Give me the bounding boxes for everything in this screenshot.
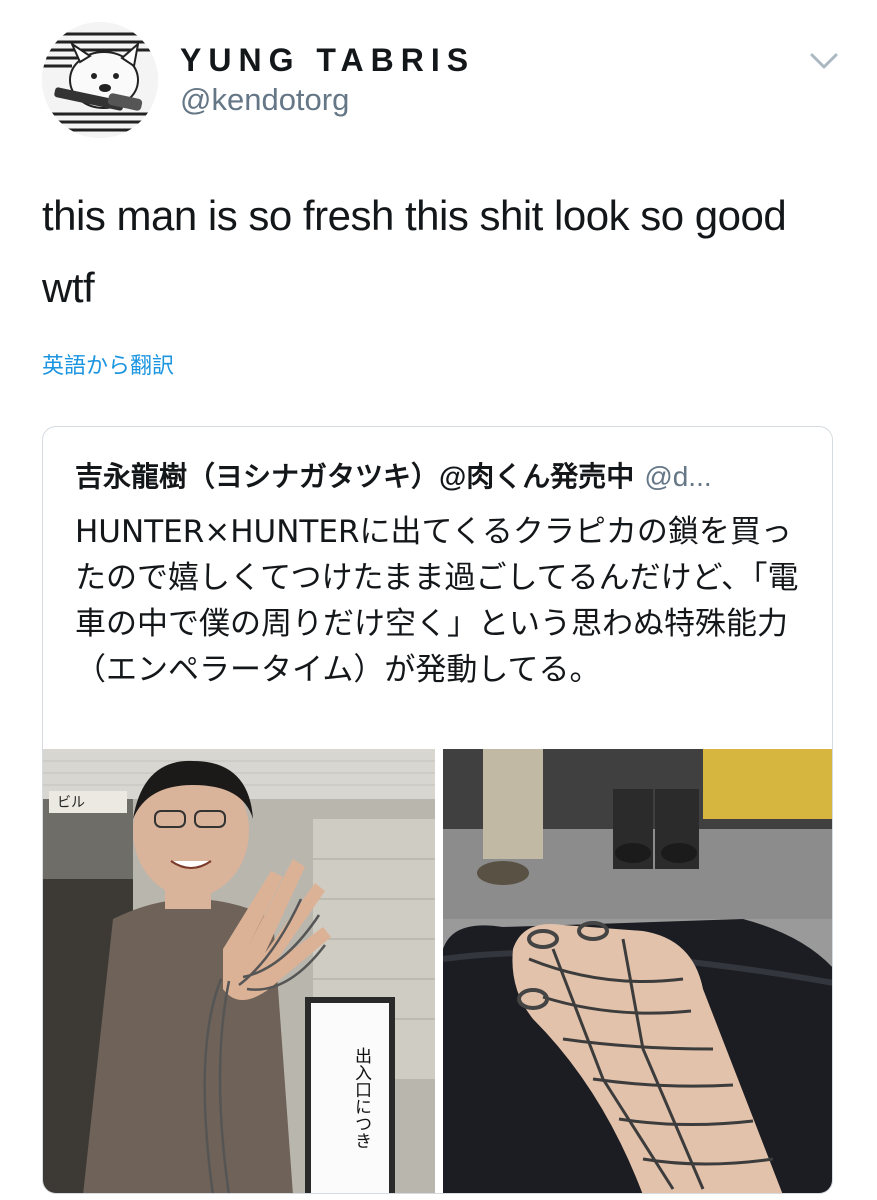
quoted-author-name: 吉永龍樹（ヨシナガタツキ）@肉くん発売中 <box>75 461 635 492</box>
quoted-tweet-header: 吉永龍樹（ヨシナガタツキ）@肉くん発売中 @d... <box>75 455 815 495</box>
chevron-down-icon[interactable] <box>806 46 842 76</box>
author-display-name[interactable]: YUNG TABRIS <box>180 42 475 79</box>
translate-link[interactable]: 英語から翻訳 <box>42 348 174 380</box>
avatar[interactable] <box>42 22 158 138</box>
quoted-photo-2[interactable] <box>443 749 832 1193</box>
tweet-text: this man is so fresh this shit look so g… <box>42 192 787 311</box>
author-handle[interactable]: @kendotorg <box>180 82 349 118</box>
exit-sign-text: 出入口につき <box>351 1047 372 1149</box>
building-sign-text: ビル <box>57 795 85 811</box>
quoted-tweet-card[interactable]: 吉永龍樹（ヨシナガタツキ）@肉くん発売中 @d... HUNTER×HUNTERに… <box>42 426 833 1194</box>
quoted-tweet-text: HUNTER×HUNTERに出てくるクラピカの鎖を買ったので嬉しくてつけたまま過… <box>75 514 799 688</box>
quoted-photo-1[interactable]: ビル 出入口につき <box>43 749 435 1193</box>
quoted-author-handle: @d... <box>644 461 712 492</box>
